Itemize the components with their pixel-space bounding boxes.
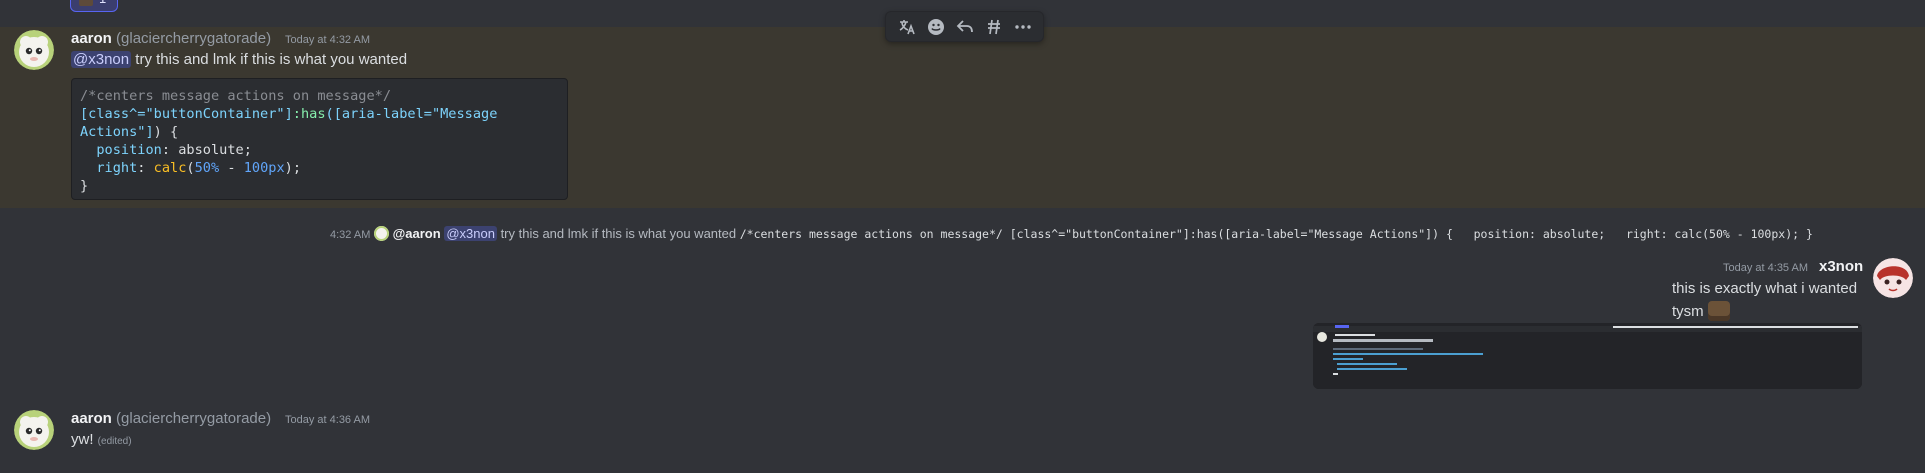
code-calc: calc <box>153 160 187 176</box>
author-name-3[interactable]: aaron <box>71 410 112 427</box>
thread-icon[interactable] <box>983 16 1005 38</box>
reaction-pill[interactable]: 1 <box>70 0 118 12</box>
code-block: /*centers message actions on message*/ [… <box>71 78 568 200</box>
avatar-aaron[interactable] <box>14 30 54 70</box>
code-brace-close: } <box>80 178 89 194</box>
code-num-100: 100px <box>243 160 285 176</box>
code-prop-position: position <box>96 142 162 158</box>
code-attr-cont: Actions"] <box>80 124 154 140</box>
image-attachment[interactable] <box>1313 323 1862 389</box>
screenshot-thumbnail-icon <box>1313 323 1862 389</box>
code-attr: ([aria-label="Message <box>325 106 498 122</box>
reply-icon[interactable] <box>954 16 976 38</box>
code-sep: : <box>137 160 154 176</box>
message2-line1: this is exactly what i wanted <box>1672 280 1858 297</box>
reply-author[interactable]: @aaron <box>393 226 441 241</box>
avatar-x3non[interactable] <box>1873 258 1913 298</box>
reply-time: 4:32 AM <box>330 229 371 241</box>
code-num-50: 50% <box>194 160 220 176</box>
author-name[interactable]: aaron <box>71 30 112 47</box>
message2-line2: tysm <box>1672 301 1730 321</box>
code-prop-right: right <box>96 160 138 176</box>
message3-content: yw! (edited) <box>71 431 132 448</box>
message3-timestamp: Today at 4:36 AM <box>285 414 370 426</box>
edited-label: (edited) <box>97 436 132 447</box>
reply-text: try this and lmk if this is what you wan… <box>500 226 737 241</box>
avatar-sheep-icon <box>14 410 54 450</box>
message-content: @x3non try this and lmk if this is what … <box>71 51 407 68</box>
code-selector: [class^="buttonContainer"] <box>80 106 293 122</box>
message-text: try this and lmk if this is what you wan… <box>135 51 408 68</box>
code-brace-open: ) { <box>153 124 179 140</box>
avatar-aaron-2[interactable] <box>14 410 54 450</box>
code-minus: - <box>219 160 244 176</box>
reply-avatar-icon <box>373 226 389 241</box>
message2-line2-text: tysm <box>1672 303 1704 320</box>
reaction-emoji-icon <box>79 0 93 6</box>
bear-emoji-icon <box>1707 301 1730 321</box>
message-author[interactable]: aaron (glaciercherrygatorade) <box>71 30 271 47</box>
user-mention[interactable]: @x3non <box>71 51 132 68</box>
message2-timestamp: Today at 4:35 AM <box>1723 262 1808 274</box>
code-pseudo: :has <box>292 106 326 122</box>
message2-author[interactable]: x3non <box>1819 258 1863 275</box>
more-icon[interactable] <box>1012 16 1034 38</box>
author-handle: (glaciercherrygatorade) <box>116 30 272 47</box>
code-paren-open: ( <box>186 160 195 176</box>
add-reaction-icon[interactable] <box>925 16 947 38</box>
message-timestamp: Today at 4:32 AM <box>285 34 370 46</box>
avatar-anime-icon <box>1873 258 1913 298</box>
reply-preview[interactable]: 4:32 AM @aaron @x3non try this and lmk i… <box>330 226 1813 244</box>
reply-mention[interactable]: @x3non <box>444 226 497 241</box>
code-paren-close: ); <box>284 160 302 176</box>
message-actions-toolbar <box>885 11 1044 42</box>
code-comment: /*centers message actions on message*/ <box>80 88 391 104</box>
avatar-sheep-icon <box>14 30 54 70</box>
message3-author[interactable]: aaron (glaciercherrygatorade) <box>71 410 271 427</box>
code-value-position: : absolute; <box>161 142 252 158</box>
reply-code: /*centers message actions on message*/ [… <box>739 227 1813 241</box>
translate-icon[interactable] <box>896 16 918 38</box>
author-handle-3: (glaciercherrygatorade) <box>116 410 272 427</box>
reaction-count: 1 <box>99 0 106 6</box>
message3-text: yw! <box>71 431 94 448</box>
